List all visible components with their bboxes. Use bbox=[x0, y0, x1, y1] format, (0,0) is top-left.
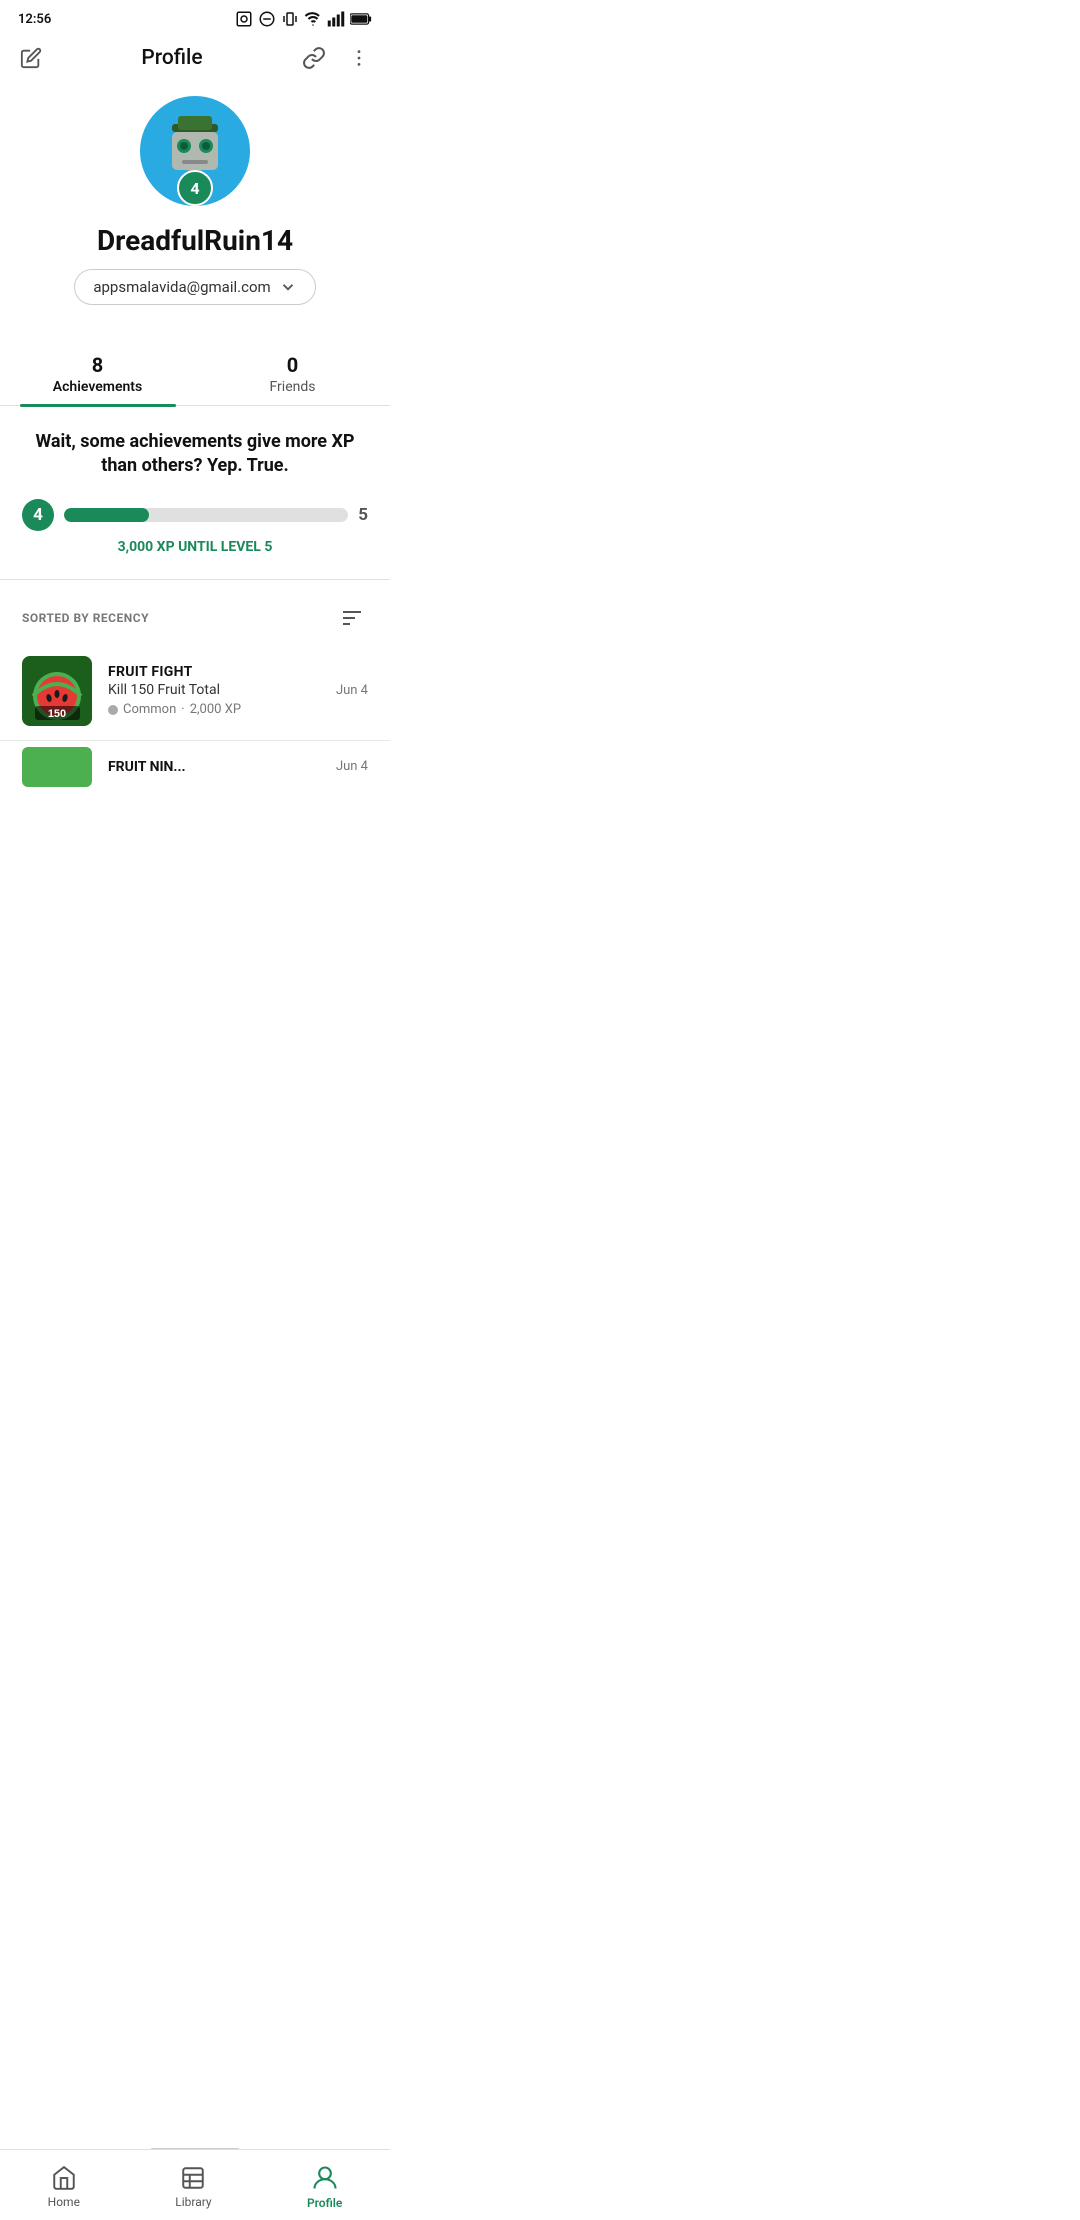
xp-section: Wait, some achievements give more XP tha… bbox=[0, 406, 390, 571]
progress-bar-container: 4 5 bbox=[22, 499, 368, 531]
xp-label: 3,000 XP UNTIL LEVEL 5 bbox=[22, 539, 368, 555]
nav-profile[interactable]: Profile bbox=[287, 2160, 362, 2214]
top-bar-actions bbox=[298, 42, 374, 74]
wifi-icon bbox=[304, 10, 322, 28]
sort-label: SORTED BY RECENCY bbox=[22, 611, 149, 625]
partial-achievement-title: FRUIT NIN... bbox=[108, 759, 186, 775]
status-bar: 12:56 bbox=[0, 0, 390, 34]
edit-button[interactable] bbox=[16, 43, 46, 73]
next-level: 5 bbox=[358, 505, 368, 525]
top-bar: Profile bbox=[0, 34, 390, 86]
tabs-container: 8 Achievements 0 Friends bbox=[0, 341, 390, 406]
nav-library-label: Library bbox=[175, 2195, 211, 2209]
partial-achievement-icon bbox=[22, 747, 92, 787]
page-title: Profile bbox=[141, 46, 202, 70]
section-divider bbox=[0, 579, 390, 580]
sort-icon bbox=[340, 606, 364, 630]
achievement-info: FRUIT FIGHT Kill 150 Fruit Total Common … bbox=[108, 664, 320, 717]
achievements-label: Achievements bbox=[53, 379, 142, 395]
sort-button[interactable] bbox=[336, 602, 368, 634]
nav-home-label: Home bbox=[48, 2195, 80, 2209]
achievement-item-partial[interactable]: FRUIT NIN... Jun 4 bbox=[0, 741, 390, 793]
signal-icon bbox=[327, 10, 345, 28]
current-level: 4 bbox=[22, 499, 54, 531]
xp-until-label: UNTIL LEVEL 5 bbox=[178, 539, 272, 555]
achievement-xp: 2,000 XP bbox=[190, 702, 241, 717]
screenshot-icon bbox=[235, 10, 253, 28]
profile-section: 4 DreadfulRuin14 appsmalavida@gmail.com bbox=[0, 86, 390, 325]
status-icons bbox=[235, 10, 372, 28]
library-icon bbox=[180, 2165, 206, 2191]
achievement-icon: 150 bbox=[22, 656, 92, 726]
sort-row: SORTED BY RECENCY bbox=[0, 588, 390, 642]
username: DreadfulRuin14 bbox=[97, 224, 293, 257]
bottom-spacer bbox=[0, 793, 390, 913]
profile-icon bbox=[311, 2164, 339, 2192]
achievement-meta: Common · 2,000 XP bbox=[108, 702, 320, 717]
xp-needed: 3,000 XP bbox=[118, 539, 175, 555]
nav-library[interactable]: Library bbox=[155, 2161, 231, 2213]
separator: · bbox=[181, 702, 184, 717]
progress-fill bbox=[64, 508, 149, 522]
email-selector[interactable]: appsmalavida@gmail.com bbox=[74, 269, 315, 305]
partial-achievement-date: Jun 4 bbox=[336, 759, 368, 774]
tab-friends[interactable]: 0 Friends bbox=[195, 341, 390, 405]
achievements-count: 8 bbox=[92, 353, 103, 377]
rarity-dot bbox=[108, 705, 118, 715]
achievement-rarity: Common bbox=[123, 702, 176, 717]
achievement-desc: Kill 150 Fruit Total bbox=[108, 682, 320, 698]
more-button[interactable] bbox=[344, 43, 374, 73]
achievement-item[interactable]: 150 FRUIT FIGHT Kill 150 Fruit Total Com… bbox=[0, 642, 390, 741]
nav-profile-label: Profile bbox=[307, 2196, 342, 2210]
battery-icon bbox=[350, 12, 372, 26]
email-text: appsmalavida@gmail.com bbox=[93, 278, 270, 296]
bottom-nav: Home Library Profile bbox=[0, 2149, 390, 2220]
svg-text:150: 150 bbox=[47, 708, 65, 720]
level-badge: 4 bbox=[177, 170, 213, 206]
achievement-date: Jun 4 bbox=[336, 683, 368, 698]
friends-label: Friends bbox=[270, 379, 316, 395]
avatar-container: 4 bbox=[140, 96, 250, 206]
dnd-icon bbox=[258, 10, 276, 28]
tab-achievements[interactable]: 8 Achievements bbox=[0, 341, 195, 405]
achievement-game-icon: 150 bbox=[25, 658, 90, 723]
home-icon bbox=[51, 2165, 77, 2191]
link-button[interactable] bbox=[298, 42, 330, 74]
achievement-game: FRUIT FIGHT bbox=[108, 664, 320, 680]
chevron-down-icon bbox=[279, 278, 297, 296]
nav-home[interactable]: Home bbox=[28, 2161, 100, 2213]
vibrate-icon bbox=[281, 10, 299, 28]
progress-track bbox=[64, 508, 348, 522]
status-time: 12:56 bbox=[18, 12, 51, 27]
friends-count: 0 bbox=[287, 353, 298, 377]
xp-title: Wait, some achievements give more XP tha… bbox=[22, 430, 368, 479]
